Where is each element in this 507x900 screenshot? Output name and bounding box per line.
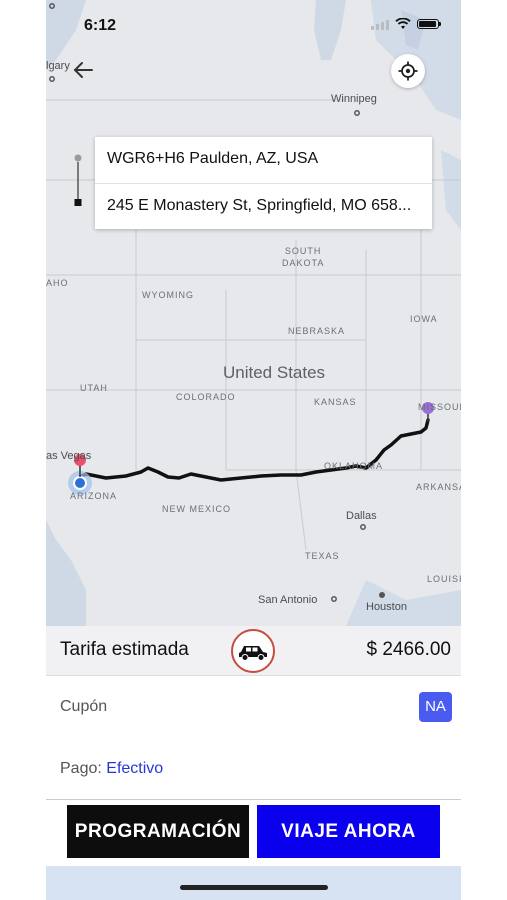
vehicle-selector[interactable] bbox=[231, 629, 275, 673]
payment-prefix: Pago: bbox=[60, 760, 102, 777]
signal-icon bbox=[371, 19, 389, 30]
map-city-calgary: lgary bbox=[46, 60, 70, 72]
locate-button[interactable] bbox=[391, 54, 425, 88]
fare-label: Tarifa estimada bbox=[60, 639, 189, 660]
payment-method-link[interactable]: Efectivo bbox=[106, 760, 163, 777]
map-label-texas: TEXAS bbox=[305, 551, 340, 561]
map-label-country: United States bbox=[223, 363, 326, 382]
map-label-arizona: ARIZONA bbox=[70, 491, 118, 501]
ride-now-button[interactable]: VIAJE AHORA bbox=[257, 805, 440, 858]
phone-screen: AHO SOUTH DAKOTA WYOMING NEBRASKA IOWA U… bbox=[46, 0, 461, 900]
map-label-new-mexico: NEW MEXICO bbox=[162, 504, 232, 514]
origin-field[interactable]: WGR6+H6 Paulden, AZ, USA bbox=[95, 137, 432, 183]
map-city-houston: Houston bbox=[366, 601, 407, 613]
map-label-oklahoma: OKLAHOMA bbox=[324, 461, 384, 471]
route-card: WGR6+H6 Paulden, AZ, USA 245 E Monastery… bbox=[95, 137, 432, 229]
map-label-utah: UTAH bbox=[80, 383, 108, 393]
status-icons bbox=[371, 18, 441, 30]
map-city-san-antonio: San Antonio bbox=[258, 594, 318, 606]
map-label-louisiana: LOUISI bbox=[427, 574, 461, 584]
route-line bbox=[78, 418, 430, 482]
back-button[interactable] bbox=[70, 58, 98, 82]
car-icon bbox=[239, 646, 267, 661]
status-time: 6:12 bbox=[84, 17, 117, 34]
coupon-row[interactable]: Cupón NA bbox=[46, 676, 461, 738]
map-peek-strip bbox=[46, 866, 461, 900]
schedule-button[interactable]: PROGRAMACIÓN bbox=[67, 805, 249, 858]
map-label-missouri: MISSOUR bbox=[418, 402, 461, 412]
route-track-icon bbox=[74, 154, 82, 206]
home-indicator[interactable] bbox=[180, 885, 328, 890]
battery-icon bbox=[417, 19, 441, 29]
map-label-wyoming: WYOMING bbox=[142, 290, 194, 300]
action-bar: PROGRAMACIÓN VIAJE AHORA bbox=[46, 800, 461, 866]
map-canvas bbox=[46, 0, 461, 626]
payment-text: Pago: Efectivo bbox=[60, 760, 163, 778]
map-city-winnipeg: Winnipeg bbox=[331, 93, 377, 105]
map-label-kansas: KANSAS bbox=[314, 397, 357, 407]
fare-panel: Tarifa estimada $ 2466.00 bbox=[46, 626, 461, 676]
payment-row[interactable]: Pago: Efectivo bbox=[46, 738, 461, 800]
fare-price: $ 2466.00 bbox=[366, 639, 451, 660]
map-city-dallas: Dallas bbox=[346, 510, 377, 522]
status-bar: 6:12 bbox=[46, 0, 461, 48]
destination-field[interactable]: 245 E Monastery St, Springfield, MO 658.… bbox=[95, 183, 432, 229]
arrow-left-icon bbox=[73, 62, 93, 78]
map-label-iowa: IOWA bbox=[410, 314, 438, 324]
map-label-south-dakota: SOUTH DAKOTA bbox=[282, 246, 325, 268]
wifi-icon bbox=[395, 18, 411, 29]
map-label-arkansas: ARKANSA bbox=[416, 482, 461, 492]
coupon-label: Cupón bbox=[60, 698, 108, 715]
map-label-idaho: AHO bbox=[46, 278, 69, 288]
coupon-badge[interactable]: NA bbox=[419, 692, 452, 722]
map-city-las-vegas: as Vegas bbox=[46, 450, 92, 462]
map-label-nebraska: NEBRASKA bbox=[288, 326, 346, 336]
crosshair-icon bbox=[398, 61, 418, 81]
map-view[interactable]: AHO SOUTH DAKOTA WYOMING NEBRASKA IOWA U… bbox=[46, 0, 461, 626]
map-label-colorado: COLORADO bbox=[176, 392, 236, 402]
